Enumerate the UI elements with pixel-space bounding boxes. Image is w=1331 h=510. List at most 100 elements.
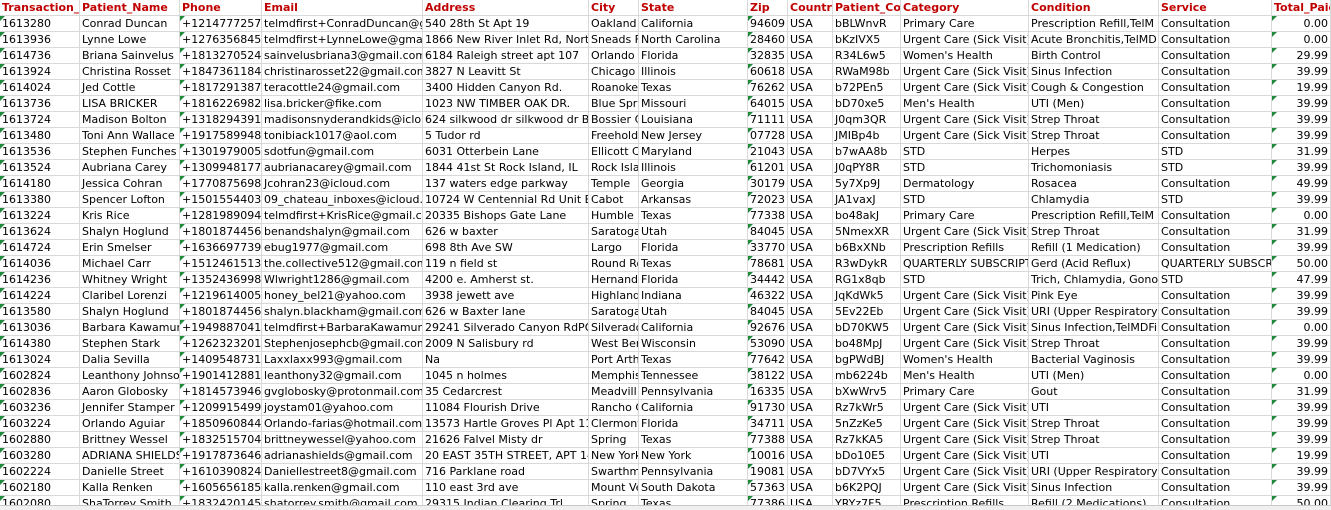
cell-patient-name[interactable]: Briana Sainvelus [80, 48, 180, 64]
cell-zip[interactable]: 46322 [748, 288, 788, 304]
cell-phone[interactable]: +12099154999 [180, 400, 262, 416]
cell-phone[interactable]: +18325157044 [180, 432, 262, 448]
cell-category[interactable]: Urgent Care (Sick Visit) [901, 448, 1029, 464]
cell-patient-code[interactable]: 5NmexXR [833, 224, 901, 240]
cell-transaction-id[interactable]: 1613036 [0, 320, 80, 336]
cell-phone[interactable]: +13182943912 [180, 112, 262, 128]
cell-address[interactable]: 3400 Hidden Canyon Rd. [423, 80, 589, 96]
cell-condition[interactable]: Prescription Refill,TelM [1029, 208, 1159, 224]
cell-transaction-id[interactable]: 1613524 [0, 160, 80, 176]
cell-address[interactable]: 20 EAST 35TH STREET, APT 14M [423, 448, 589, 464]
cell-category[interactable]: Urgent Care (Sick Visit) [901, 480, 1029, 496]
cell-email[interactable]: leanthony32@gmail.com [262, 368, 423, 384]
cell-total-paid[interactable]: 31.99 [1272, 384, 1331, 400]
cell-zip[interactable]: 16335 [748, 384, 788, 400]
cell-city[interactable]: Spring [589, 432, 639, 448]
cell-total-paid[interactable]: 39.99 [1272, 240, 1331, 256]
header-transaction-id[interactable]: Transaction_ID [0, 0, 80, 16]
cell-zip[interactable]: 77642 [748, 352, 788, 368]
cell-patient-name[interactable]: Conrad Duncan [80, 16, 180, 32]
cell-phone[interactable]: +15015544039 [180, 192, 262, 208]
cell-country[interactable]: USA [788, 96, 833, 112]
cell-zip[interactable]: 76262 [748, 80, 788, 96]
cell-category[interactable]: Urgent Care (Sick Visit) [901, 288, 1029, 304]
cell-email[interactable]: telmdfirst+ConradDuncan@gi [262, 16, 423, 32]
cell-patient-name[interactable]: Spencer Lofton [80, 192, 180, 208]
cell-city[interactable]: Mount Ve [589, 480, 639, 496]
cell-service[interactable]: Consultation [1159, 480, 1272, 496]
cell-zip[interactable]: 53090 [748, 336, 788, 352]
cell-condition[interactable]: Strep Throat [1029, 336, 1159, 352]
cell-phone[interactable]: +14095487312 [180, 352, 262, 368]
cell-zip[interactable]: 94609 [748, 16, 788, 32]
cell-service[interactable]: Consultation [1159, 48, 1272, 64]
header-city[interactable]: City [589, 0, 639, 16]
header-patient-name[interactable]: Patient_Name [80, 0, 180, 16]
cell-category[interactable]: Urgent Care (Sick Visit) [901, 64, 1029, 80]
cell-country[interactable]: USA [788, 336, 833, 352]
cell-condition[interactable]: Chlamydia [1029, 192, 1159, 208]
cell-country[interactable]: USA [788, 448, 833, 464]
cell-state[interactable]: Illinois [639, 160, 748, 176]
cell-total-paid[interactable]: 49.99 [1272, 176, 1331, 192]
cell-condition[interactable]: Pink Eye [1029, 288, 1159, 304]
cell-patient-code[interactable]: R34L6w5 [833, 48, 901, 64]
cell-zip[interactable]: 71111 [748, 112, 788, 128]
cell-email[interactable]: Orlando-farias@hotmail.com [262, 416, 423, 432]
cell-city[interactable]: Orlando [589, 48, 639, 64]
cell-transaction-id[interactable]: 1613536 [0, 144, 80, 160]
cell-state[interactable]: Florida [639, 240, 748, 256]
cell-zip[interactable]: 78681 [748, 256, 788, 272]
cell-zip[interactable]: 84045 [748, 304, 788, 320]
cell-state[interactable]: Wisconsin [639, 336, 748, 352]
cell-service[interactable]: Consultation [1159, 416, 1272, 432]
cell-email[interactable]: telmdfirst+LynneLowe@gmai [262, 32, 423, 48]
cell-city[interactable]: Round Ro [589, 256, 639, 272]
cell-category[interactable]: Women's Health [901, 352, 1029, 368]
cell-country[interactable]: USA [788, 80, 833, 96]
cell-condition[interactable]: Sinus Infection [1029, 480, 1159, 496]
cell-category[interactable]: STD [901, 272, 1029, 288]
cell-city[interactable]: Oakland [589, 16, 639, 32]
cell-patient-name[interactable]: Stephen Stark [80, 336, 180, 352]
cell-address[interactable]: 137 waters edge parkway [423, 176, 589, 192]
cell-state[interactable]: Texas [639, 432, 748, 448]
header-state[interactable]: State [639, 0, 748, 16]
cell-transaction-id[interactable]: 1614380 [0, 336, 80, 352]
cell-state[interactable]: Texas [639, 256, 748, 272]
cell-address[interactable]: 13573 Hartle Groves Pl Apt 110 [423, 416, 589, 432]
cell-transaction-id[interactable]: 1613380 [0, 192, 80, 208]
cell-email[interactable]: the.collective512@gmail.com [262, 256, 423, 272]
cell-category[interactable]: Urgent Care (Sick Visit) [901, 304, 1029, 320]
cell-transaction-id[interactable]: 1614736 [0, 48, 80, 64]
cell-email[interactable]: joystam01@yahoo.com [262, 400, 423, 416]
cell-country[interactable]: USA [788, 160, 833, 176]
cell-total-paid[interactable]: 39.99 [1272, 112, 1331, 128]
cell-phone[interactable]: +12147772575 [180, 16, 262, 32]
cell-condition[interactable]: Trich, Chlamydia, Gonor [1029, 272, 1159, 288]
cell-zip[interactable]: 34442 [748, 272, 788, 288]
cell-phone[interactable]: +12196140056 [180, 288, 262, 304]
cell-patient-code[interactable]: RG1x8qb [833, 272, 901, 288]
cell-city[interactable]: Saratoga [589, 224, 639, 240]
cell-state[interactable]: New Jersey [639, 128, 748, 144]
cell-service[interactable]: STD [1159, 160, 1272, 176]
cell-phone[interactable]: +16366977393 [180, 240, 262, 256]
cell-country[interactable]: USA [788, 320, 833, 336]
cell-transaction-id[interactable]: 1603224 [0, 416, 80, 432]
cell-condition[interactable]: Cough & Congestion [1029, 80, 1159, 96]
cell-city[interactable]: Largo [589, 240, 639, 256]
cell-condition[interactable]: Strep Throat [1029, 432, 1159, 448]
cell-condition[interactable]: UTI (Men) [1029, 368, 1159, 384]
cell-state[interactable]: Florida [639, 416, 748, 432]
cell-address[interactable]: 119 n field st [423, 256, 589, 272]
cell-category[interactable]: Urgent Care (Sick Visit) [901, 32, 1029, 48]
cell-condition[interactable]: Trichomoniasis [1029, 160, 1159, 176]
cell-patient-code[interactable]: Rz7kWr5 [833, 400, 901, 416]
cell-address[interactable]: 716 Parklane road [423, 464, 589, 480]
cell-patient-name[interactable]: Toni Ann Wallace [80, 128, 180, 144]
cell-country[interactable]: USA [788, 112, 833, 128]
cell-city[interactable]: New York [589, 448, 639, 464]
cell-category[interactable]: Primary Care [901, 384, 1029, 400]
cell-patient-name[interactable]: Madison Bolton [80, 112, 180, 128]
